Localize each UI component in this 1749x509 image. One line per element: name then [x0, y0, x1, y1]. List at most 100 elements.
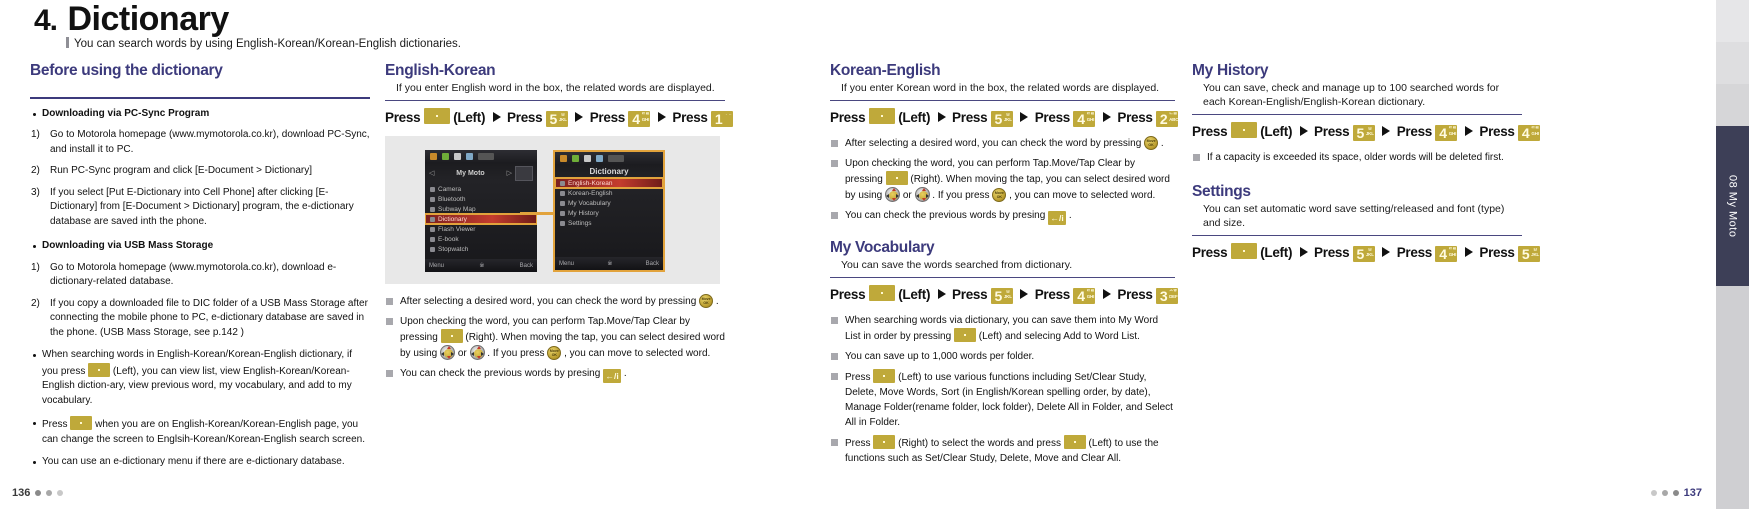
right-softkey-icon[interactable] — [885, 171, 908, 185]
list-item[interactable]: E-book — [425, 234, 537, 244]
soft-key-bar: Menu ※ Back — [425, 259, 537, 272]
note-item: Press (Right) to select the words and pr… — [830, 435, 1175, 466]
move-ok-key-icon[interactable]: Move OK — [699, 294, 714, 308]
keypad-4-sublabel: ᄃᄐ GHI — [1448, 126, 1457, 136]
press-label: Press — [1117, 110, 1153, 125]
manual-page: 08 My Moto 4. Dictionary You can search … — [0, 0, 1749, 509]
back-key-icon[interactable]: ←/i — [1048, 211, 1067, 225]
keypad-4-icon[interactable]: 4 ᄃᄐ GHI — [628, 111, 651, 127]
list-item-label: Bluetooth — [438, 195, 466, 203]
keypad-3-icon[interactable]: 3 ᄉᄒ DEF — [1156, 288, 1179, 304]
press-label: Press — [830, 110, 866, 125]
flow-arrow-icon — [520, 208, 563, 218]
keypad-5-icon[interactable]: 5 ㅂ JKL — [990, 288, 1013, 304]
soft-key-right[interactable]: Back — [646, 261, 659, 267]
chevron-left-icon[interactable]: ◁ — [429, 169, 434, 177]
press-sequence-my-history: Press (Left) Press 5 ㅂ JKL Press 4 ᄃᄐ GHI Pr… — [1192, 122, 1541, 141]
list-item[interactable]: Settings — [555, 218, 663, 228]
footer-left: 136 — [12, 487, 64, 499]
envelope-icon — [430, 152, 437, 160]
keypad-4b-icon[interactable]: 4 ᄃᄐ GHI — [1518, 125, 1541, 141]
left-softkey-icon[interactable] — [1063, 435, 1086, 449]
press-sequence-settings: Press (Left) Press 5 ㅂ JKL Press 4 ᄃᄐ GHI Pr… — [1192, 243, 1541, 262]
subtitle-text: You can search words by using English-Ko… — [74, 38, 461, 50]
right-softkey-icon[interactable] — [873, 435, 896, 449]
keypad-5-icon[interactable]: 5 ㅂ JKL — [545, 111, 568, 127]
keypad-4-icon[interactable]: 4 ᄃᄐ GHI — [1073, 111, 1096, 127]
list-item-selected-dictionary[interactable]: Dictionary — [425, 213, 537, 225]
list-item-selected-english-korean[interactable]: English-Korean — [555, 177, 663, 189]
left-softkey-icon[interactable] — [868, 285, 895, 301]
divider — [830, 100, 1175, 101]
keypad-5b-icon[interactable]: 5 ㅂ JKL — [1518, 246, 1541, 262]
soft-key-center[interactable]: ※ — [479, 262, 484, 269]
arrow-right-icon — [1020, 112, 1029, 122]
grid-thumbnail-icon[interactable] — [515, 165, 533, 181]
soft-key-left[interactable]: Menu — [559, 261, 574, 267]
section-title-korean-english: Korean-English — [830, 62, 941, 79]
move-ok-key-icon[interactable]: Move OK — [1144, 136, 1159, 150]
right-softkey-icon[interactable] — [440, 329, 463, 343]
navigation-key-icon-alt[interactable] — [914, 187, 930, 202]
keypad-5-icon[interactable]: 5 ㅂ JKL — [990, 111, 1013, 127]
keypad-1-icon[interactable]: 1 ᆞᆢ — [711, 111, 734, 127]
signal-icon — [572, 154, 579, 162]
list-item[interactable]: Flash Viewer — [425, 224, 537, 234]
press-label: Press — [507, 110, 543, 125]
soft-key-right[interactable]: Back — [520, 263, 533, 269]
list-item[interactable]: My History — [555, 208, 663, 218]
navigation-key-icon[interactable] — [440, 345, 456, 360]
battery-icon — [466, 152, 473, 160]
soft-key-center[interactable]: ※ — [607, 260, 612, 267]
move-ok-key-icon[interactable]: Move OK — [992, 188, 1007, 202]
section-desc-my-vocabulary: You can save the words searched from dic… — [841, 259, 1073, 271]
step-item: 1) Go to Motorola homepage (www.mymotoro… — [30, 128, 370, 157]
keypad-4-sublabel: ᄃᄐ GHI — [1086, 289, 1095, 299]
keypad-5-icon[interactable]: 5 ㅂ JKL — [1352, 125, 1375, 141]
edge-tab-2[interactable] — [1716, 42, 1749, 84]
keypad-4-icon[interactable]: 4 ᄃᄐ GHI — [1073, 288, 1096, 304]
press-label: Press — [830, 287, 866, 302]
note-item: When searching words via dictionary, you… — [830, 313, 1175, 344]
edge-tab-3[interactable] — [1716, 84, 1749, 126]
edge-tab-active[interactable]: 08 My Moto — [1716, 126, 1749, 286]
left-softkey-icon[interactable] — [70, 416, 93, 430]
left-softkey-icon[interactable] — [1230, 122, 1257, 138]
note-text-end: . — [715, 296, 719, 307]
arrow-right-icon — [657, 112, 666, 122]
keypad-5-icon[interactable]: 5 ㅂ JKL — [1352, 246, 1375, 262]
keypad-4-sublabel: ᄃᄐ GHI — [1086, 112, 1095, 122]
list-item[interactable]: Korean-English — [555, 188, 663, 198]
list-item[interactable]: Bluetooth — [425, 194, 537, 204]
arrow-right-icon — [1299, 247, 1308, 257]
move-ok-key-icon[interactable]: Move OK — [547, 346, 562, 360]
keypad-4-icon[interactable]: 4 ᄃᄐ GHI — [1435, 125, 1458, 141]
left-softkey-icon[interactable] — [88, 362, 111, 377]
list-item[interactable]: Stopwatch — [425, 244, 537, 254]
edge-tab-1[interactable] — [1716, 0, 1749, 42]
left-softkey-icon[interactable] — [953, 328, 976, 342]
note-text: . If you press — [487, 348, 545, 359]
soft-key-left[interactable]: Menu — [429, 263, 444, 269]
left-softkey-icon[interactable] — [1230, 243, 1257, 259]
note-item: Upon checking the word, you can perform … — [830, 156, 1175, 203]
back-key-icon[interactable]: ←/i — [603, 369, 622, 383]
keypad-4-icon[interactable]: 4 ᄃᄐ GHI — [1435, 246, 1458, 262]
list-item[interactable]: My Vocabulary — [555, 198, 663, 208]
left-softkey-icon[interactable] — [868, 108, 895, 124]
page-number-right: 137 — [1683, 487, 1702, 499]
chevron-right-icon[interactable]: ▷ — [507, 169, 512, 177]
history-icon — [560, 210, 565, 216]
step-number: 2) — [31, 165, 40, 176]
left-softkey-icon[interactable] — [873, 369, 896, 383]
note-text: , you can move to selected word. — [1009, 190, 1156, 201]
divider — [385, 100, 725, 101]
navigation-key-icon-alt[interactable] — [469, 345, 485, 360]
navigation-key-icon[interactable] — [885, 187, 901, 202]
left-softkey-icon[interactable] — [423, 108, 450, 124]
battery-icon — [596, 154, 603, 162]
note-text: (Right) to select the words and press — [898, 438, 1061, 449]
list-item[interactable]: Camera — [425, 184, 537, 194]
ebook-icon — [430, 236, 435, 242]
keypad-2-icon[interactable]: 2 ᄂᄅ ABC — [1156, 111, 1178, 127]
